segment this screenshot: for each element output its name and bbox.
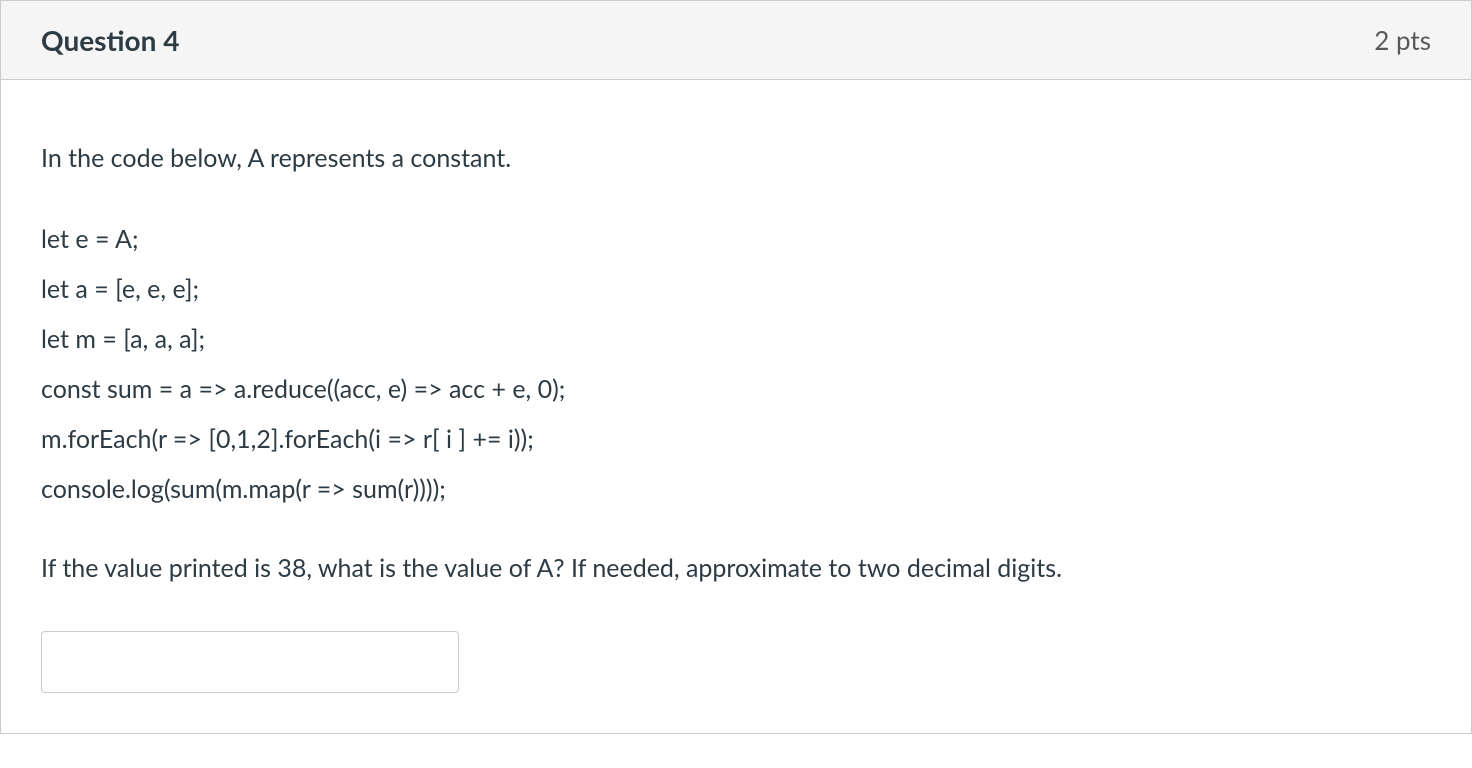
question-body: In the code below, A represents a consta… xyxy=(1,80,1471,733)
question-title: Question 4 xyxy=(41,19,179,61)
question-intro-text: In the code below, A represents a consta… xyxy=(41,140,1431,178)
code-line: let a = [e, e, e]; xyxy=(41,264,1431,314)
code-line: const sum = a => a.reduce((acc, e) => ac… xyxy=(41,364,1431,414)
answer-input[interactable] xyxy=(41,631,459,693)
code-line: console.log(sum(m.map(r => sum(r)))); xyxy=(41,464,1431,514)
question-points: 2 pts xyxy=(1374,21,1431,60)
question-followup-text: If the value printed is 38, what is the … xyxy=(41,550,1431,588)
code-line: let e = A; xyxy=(41,214,1431,264)
question-card: Question 4 2 pts In the code below, A re… xyxy=(0,0,1472,734)
code-line: let m = [a, a, a]; xyxy=(41,314,1431,364)
question-header: Question 4 2 pts xyxy=(1,1,1471,80)
code-block: let e = A; let a = [e, e, e]; let m = [a… xyxy=(41,214,1431,514)
code-line: m.forEach(r => [0,1,2].forEach(i => r[ i… xyxy=(41,414,1431,464)
